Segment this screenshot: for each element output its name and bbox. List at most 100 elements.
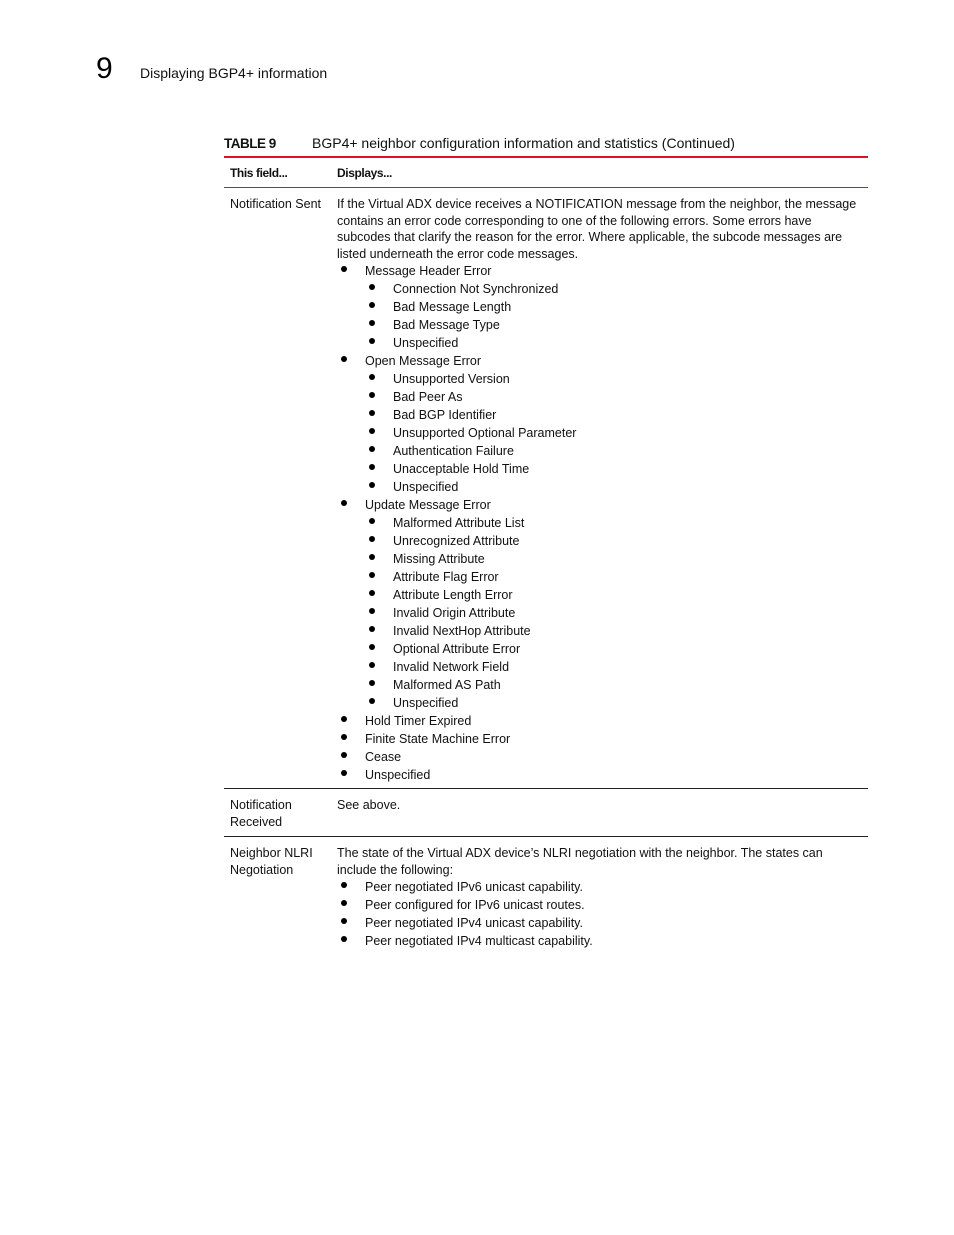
sub-list-item: Unrecognized Attribute (337, 532, 862, 550)
field-name: Notification Sent (230, 197, 322, 211)
sub-list-item: Invalid NextHop Attribute (337, 622, 862, 640)
sub-list-item: Unacceptable Hold Time (337, 460, 862, 478)
sub-list-item-text: Bad Peer As (393, 390, 463, 404)
bullet-icon (341, 716, 347, 722)
table-body: Notification Sent If the Virtual ADX devi… (224, 188, 868, 956)
list-item: Finite State Machine Error (337, 730, 862, 748)
sub-list-item-text: Unrecognized Attribute (393, 534, 520, 548)
bullet-icon (341, 734, 347, 740)
field-description: If the Virtual ADX device receives a NOT… (337, 197, 857, 261)
list-item-text: Cease (365, 750, 402, 764)
sub-list-item: Unspecified (337, 694, 862, 712)
bullet-icon (369, 572, 375, 578)
sub-list-item-text: Connection Not Synchronized (393, 282, 559, 296)
list-item-text: Hold Timer Expired (365, 714, 472, 728)
field-name: Notification Received (230, 798, 292, 829)
sub-list-item: Unsupported Version (337, 370, 862, 388)
bullet-icon (369, 338, 375, 344)
bullet-icon (369, 482, 375, 488)
bullet-icon (341, 752, 347, 758)
sub-list-item: Unsupported Optional Parameter (337, 424, 862, 442)
list-item: Peer negotiated IPv4 unicast capability. (337, 914, 862, 932)
field-description: The state of the Virtual ADX device’s NL… (337, 846, 823, 877)
bullet-icon (369, 302, 375, 308)
sub-list-item-text: Invalid NextHop Attribute (393, 624, 531, 638)
list-item: Peer negotiated IPv6 unicast capability. (337, 878, 862, 896)
table-row: Notification Sent If the Virtual ADX devi… (224, 188, 868, 788)
bullet-icon (341, 882, 347, 888)
sub-list-item-text: Bad BGP Identifier (393, 408, 497, 422)
bullet-icon (341, 918, 347, 924)
sub-list-item-text: Missing Attribute (393, 552, 485, 566)
bullet-icon (369, 446, 375, 452)
bullet-icon (369, 284, 375, 290)
sub-list-item-text: Bad Message Length (393, 300, 512, 314)
sub-list-item-text: Attribute Flag Error (393, 570, 499, 584)
field-name: Neighbor NLRI Negotiation (230, 846, 313, 877)
list-item: Message Header Error Connection Not Synch… (337, 262, 862, 352)
bullet-icon (369, 428, 375, 434)
bullet-icon (369, 626, 375, 632)
list-item-text: Unspecified (365, 768, 431, 782)
field-description-cell: The state of the Virtual ADX device’s NL… (337, 843, 868, 950)
bullet-list: Peer negotiated IPv6 unicast capability.… (337, 878, 862, 950)
sub-list-item: Bad Peer As (337, 388, 862, 406)
list-item-text: Message Header Error (365, 264, 492, 278)
bullet-icon (369, 536, 375, 542)
column-header-field: This field... (230, 165, 288, 180)
table-caption: TABLE 9 BGP4+ neighbor configuration info… (224, 135, 868, 151)
bullet-icon (341, 770, 347, 776)
sub-list-item: Invalid Network Field (337, 658, 862, 676)
bullet-icon (369, 374, 375, 380)
bullet-icon (369, 392, 375, 398)
sub-list-item: Unspecified (337, 478, 862, 496)
field-description: See above. (337, 798, 401, 812)
list-item: Unspecified (337, 766, 862, 784)
bullet-icon (341, 936, 347, 942)
bullet-icon (369, 554, 375, 560)
bullet-icon (369, 662, 375, 668)
list-item-text: Peer negotiated IPv6 unicast capability. (365, 880, 583, 894)
sub-list-item: Invalid Origin Attribute (337, 604, 862, 622)
bullet-icon (369, 590, 375, 596)
sub-list-item-text: Bad Message Type (393, 318, 500, 332)
sub-bullet-list: Malformed Attribute List Unrecognized Att… (337, 514, 862, 712)
sub-list-item: Optional Attribute Error (337, 640, 862, 658)
sub-bullet-list: Unsupported Version Bad Peer As Bad BGP Id… (337, 370, 862, 496)
list-item-text: Peer negotiated IPv4 unicast capability. (365, 916, 583, 930)
list-item-text: Peer negotiated IPv4 multicast capabilit… (365, 934, 593, 948)
sub-list-item: Attribute Flag Error (337, 568, 862, 586)
bullet-icon (341, 266, 347, 272)
list-item: Peer configured for IPv6 unicast routes. (337, 896, 862, 914)
bullet-icon (369, 644, 375, 650)
list-item: Peer negotiated IPv4 multicast capabilit… (337, 932, 862, 950)
bullet-icon (341, 900, 347, 906)
sub-bullet-list: Connection Not Synchronized Bad Message L… (337, 280, 862, 352)
sub-list-item-text: Invalid Origin Attribute (393, 606, 516, 620)
sub-list-item-text: Unacceptable Hold Time (393, 462, 530, 476)
table-row: Neighbor NLRI Negotiation The state of th… (224, 837, 868, 956)
sub-list-item: Bad Message Length (337, 298, 862, 316)
sub-list-item-text: Invalid Network Field (393, 660, 510, 674)
sub-list-item: Authentication Failure (337, 442, 862, 460)
data-table: This field... Displays... Notification S… (224, 156, 868, 956)
bullet-icon (341, 500, 347, 506)
sub-list-item-text: Unspecified (393, 336, 459, 350)
bullet-icon (369, 608, 375, 614)
bullet-icon (369, 320, 375, 326)
sub-list-item: Unspecified (337, 334, 862, 352)
bullet-icon (369, 698, 375, 704)
sub-list-item: Bad Message Type (337, 316, 862, 334)
sub-list-item-text: Unspecified (393, 696, 459, 710)
sub-list-item-text: Malformed Attribute List (393, 516, 525, 530)
sub-list-item-text: Unsupported Version (393, 372, 510, 386)
sub-list-item: Bad BGP Identifier (337, 406, 862, 424)
sub-list-item-text: Malformed AS Path (393, 678, 501, 692)
sub-list-item-text: Unsupported Optional Parameter (393, 426, 577, 440)
column-header-displays: Displays... (337, 165, 392, 180)
bullet-icon (369, 680, 375, 686)
list-item-text: Open Message Error (365, 354, 482, 368)
table-header-row: This field... Displays... (224, 158, 868, 187)
list-item-text: Update Message Error (365, 498, 491, 512)
table-label: TABLE 9 (224, 136, 276, 151)
